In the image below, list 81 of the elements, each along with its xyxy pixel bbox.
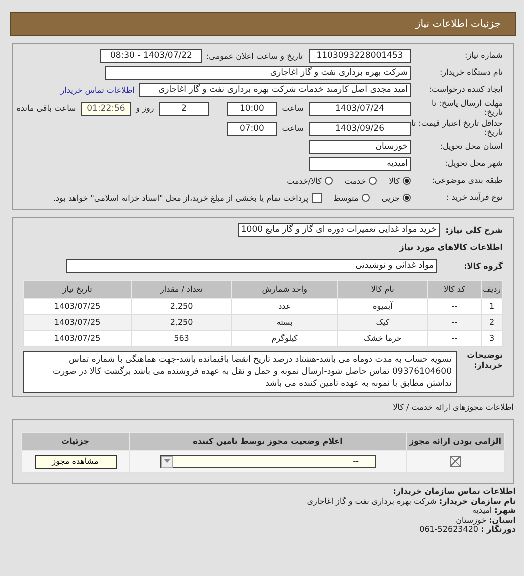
view-permit-button[interactable]: مشاهده مجوز (34, 454, 116, 468)
table-cell: 3 (482, 330, 502, 346)
radio-label: خدمت (344, 176, 366, 186)
section-title: اطلاعات مجوزهای ارائه خدمت / کالا (392, 403, 514, 412)
validity-time-field: 07:00 (227, 122, 278, 136)
field-label: حداقل تاریخ اعتبار قیمت: تا تاریخ: (411, 120, 503, 138)
field-label: نام دستگاه خریدار: (439, 68, 503, 78)
table-cell: کیلوگرم (232, 330, 338, 346)
need-number-field: 1103093228001453 (309, 49, 411, 63)
table-cell: 2 (482, 314, 502, 330)
field-label: ساعت (282, 124, 304, 133)
goods-group-field: مواد غذائی و نوشیدنی (66, 259, 437, 273)
field-label: شرح کلی نیاز: (446, 226, 503, 234)
field-label: ایجاد کننده درخواست: (428, 86, 503, 94)
field-label: توضیحات خریدار: (466, 351, 503, 370)
radio-label: کالا (389, 176, 400, 186)
table-cell: بسته (232, 314, 338, 330)
field-label: مهلت ارسال پاسخ: تا تاریخ: (430, 100, 503, 118)
table-cell: 1403/07/25 (24, 330, 132, 346)
table-cell: خرما خشک (338, 330, 428, 346)
column-header: اعلام وضعیت مجوز توسط تامین کننده (130, 432, 406, 450)
remaining-time-field: 01:22:56 (81, 102, 132, 116)
table-cell: 1403/07/25 (24, 314, 132, 330)
radio-button[interactable] (324, 177, 333, 185)
province-field: خوزستان (309, 140, 411, 154)
field-label: روز و (136, 104, 154, 113)
buyer-notes-field: تسویه حساب به مدت دوماه می باشد-هشتاد درصد تاریخ انقضا باقیمانده باشد-جهت هماهنگی با شماره تماس 09376104600 تماس حاصل شود-ارسال نمونه و حمل و نقل به عهده فروشنده می باشد برگشت کالا در صورت نداشتن مطابق با نمونه به عهده تامین کننده می باشد (23, 351, 457, 393)
table-cell: 2,250 (132, 298, 232, 314)
field-label: شهر محل تحویل: (444, 160, 503, 168)
table-cell: 2,250 (132, 314, 232, 330)
checkbox-label: پرداخت تمام یا بخشی از مبلغ خرید،از محل "اسناد خزانه اسلامی" خواهد بود. (53, 194, 309, 202)
page-title: جزئیات اطلاعات نیاز (416, 18, 501, 30)
deadline-time-field: 10:00 (227, 102, 278, 116)
radio-label: متوسط (334, 194, 359, 202)
radio-button[interactable] (369, 177, 378, 185)
summary-field: خرید مواد غذایی تعمیرات دوره ای گاز و گاز مایع 1000 (238, 223, 440, 237)
requester-field: امید مجدی اصل کارمند خدمات شرکت بهره برداری نفت و گاز اغاجاری (139, 83, 411, 97)
status-dropdown[interactable]: -- (160, 455, 376, 468)
field-label: گروه کالا: (463, 262, 503, 270)
column-header: نام کالا (338, 280, 428, 298)
field-label: شماره نیاز: (464, 52, 503, 60)
column-header: جزئیات (22, 432, 130, 450)
table-cell: عدد (232, 298, 338, 314)
section-title: اطلاعات کالاهای مورد نیاز (400, 242, 503, 252)
contact-line: استان: خوزستان (455, 516, 516, 525)
column-header: الزامی بودن ارائه مجوز (406, 432, 504, 450)
buyer-contact-link[interactable]: اطلاعات تماس خریدار (60, 86, 135, 94)
deadline-date-field: 1403/07/24 (309, 102, 411, 116)
field-label: طبقه بندی موضوعی: (431, 176, 503, 186)
column-header: ردیف (482, 280, 502, 298)
table-cell: کیک (338, 314, 428, 330)
table-cell: 563 (132, 330, 232, 346)
contact-title: اطلاعات تماس سازمان خریدار: (392, 487, 516, 496)
field-label: ساعت باقی مانده (16, 104, 76, 113)
validity-date-field: 1403/09/26 (309, 122, 411, 136)
buyer-org-field: شرکت بهره برداری نفت و گاز اغاجاری (105, 66, 411, 80)
table-cell: -- (428, 298, 482, 314)
announce-date-field: 1403/07/22 - 08:30 (100, 49, 202, 63)
table-cell: 1403/07/25 (24, 298, 132, 314)
contact-line: شهر: امیدیه (472, 506, 516, 516)
field-label: نوع فرآیند خرید : (445, 194, 503, 202)
table-cell: آبمیوه (338, 298, 428, 314)
field-label: استان محل تحویل: (439, 142, 503, 152)
column-header: واحد شمارش (232, 280, 338, 298)
table-cell: -- (428, 314, 482, 330)
city-field: امیدیه (309, 157, 411, 171)
field-label: ساعت (282, 104, 304, 113)
days-field: 2 (159, 102, 210, 116)
column-header: تاریخ نیاز (24, 280, 132, 298)
checkbox[interactable] (312, 193, 322, 203)
radio-label: کالا/خدمت (287, 176, 322, 186)
radio-button[interactable] (362, 194, 370, 202)
field-label: تاریخ و ساعت اعلان عمومی: (206, 52, 303, 60)
table-cell: -- (428, 330, 482, 346)
table-cell: 1 (482, 298, 502, 314)
radio-button[interactable] (403, 177, 411, 185)
column-header: کد کالا (428, 280, 482, 298)
radio-label: جزیی (382, 194, 400, 202)
radio-button[interactable] (403, 194, 411, 202)
contact-line: نام سازمان خریدار: شرکت بهره برداری نفت و گاز اغاجاری (306, 496, 516, 506)
column-header: تعداد / مقدار (132, 280, 232, 298)
